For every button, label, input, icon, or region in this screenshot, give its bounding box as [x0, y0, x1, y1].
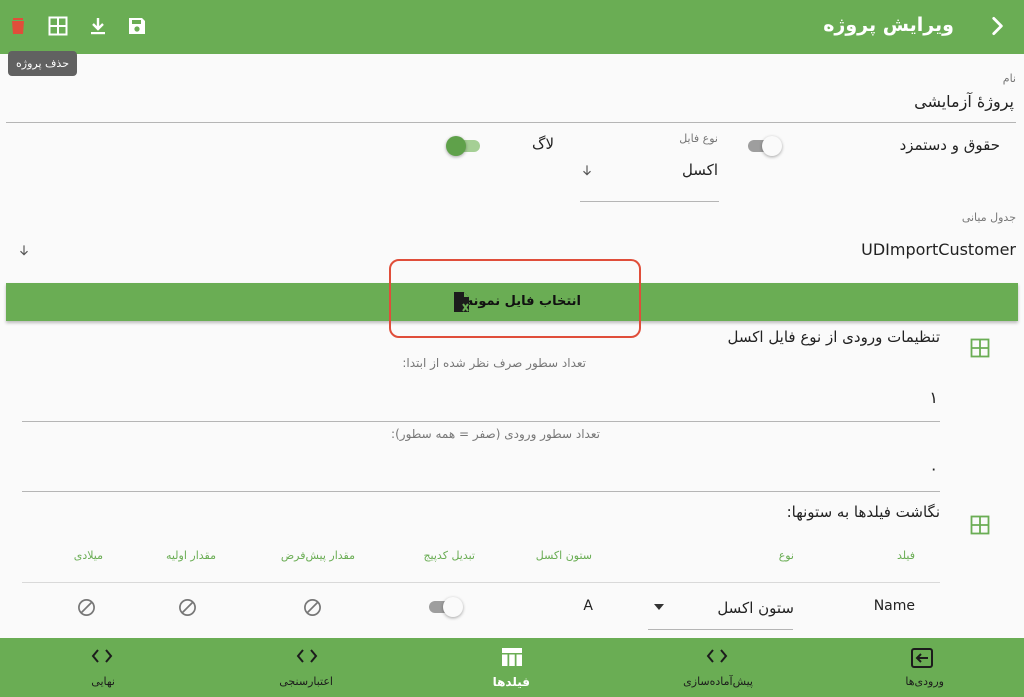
bottom-navigation: ورودی‌ها پیش‌آماده‌سازی فیلدها اعتبارسنج… [0, 638, 1024, 697]
arrow-down-icon[interactable] [17, 243, 31, 257]
skip-rows-input[interactable]: ۱ [929, 388, 938, 407]
column-header-initial-value: مقدار اولیه [165, 549, 216, 562]
code-icon [296, 649, 318, 663]
rights-toggle[interactable] [746, 135, 782, 156]
arrow-down-icon[interactable] [580, 163, 594, 177]
cell-field: Name [873, 598, 915, 614]
input-rows-underline [22, 491, 940, 492]
table-columns-icon [502, 648, 522, 666]
column-header-gregorian: میلادی [73, 549, 103, 562]
skip-rows-underline [22, 421, 940, 422]
highlight-box [389, 259, 641, 338]
input-rows-input[interactable]: ۰ [929, 459, 938, 478]
delete-tooltip: حذف پروژه [8, 51, 77, 76]
table-icon[interactable] [970, 338, 990, 358]
file-type-underline [580, 201, 719, 202]
nav-label-inputs: ورودی‌ها [905, 675, 944, 688]
input-icon [911, 648, 933, 668]
skip-rows-label: تعداد سطور صرف نظر شده از ابتدا: [402, 356, 586, 370]
code-icon [706, 649, 728, 663]
code-icon [91, 649, 113, 663]
column-header-field: فیلد [897, 549, 915, 562]
table-icon[interactable] [46, 14, 70, 38]
ban-icon[interactable] [77, 598, 96, 617]
nav-item-final[interactable]: نهایی [40, 638, 164, 697]
ban-icon[interactable] [178, 598, 197, 617]
codepage-toggle[interactable] [427, 596, 463, 617]
file-type-select[interactable]: اکسل [682, 161, 718, 179]
table-row: Name ستون اکسل A [22, 583, 940, 633]
nav-item-fields[interactable]: فیلدها [450, 638, 574, 697]
mapping-title: نگاشت فیلدها به ستونها: [786, 503, 940, 521]
save-icon[interactable] [125, 14, 149, 38]
type-select[interactable]: ستون اکسل [717, 599, 794, 617]
dropdown-caret-icon[interactable] [652, 602, 666, 612]
nav-label-final: نهایی [91, 675, 115, 688]
column-header-excel-column: ستون اکسل [535, 549, 592, 562]
nav-item-validation[interactable]: اعتبارسنجی [245, 638, 369, 697]
column-header-default-value: مقدار پیش‌فرض [280, 549, 355, 562]
nav-label-validation: اعتبارسنجی [279, 675, 333, 688]
ban-icon[interactable] [303, 598, 322, 617]
nav-label-preprocess: پیش‌آماده‌سازی [683, 675, 753, 688]
log-label: لاگ [532, 135, 554, 153]
name-label: نام [1002, 72, 1016, 85]
nav-item-inputs[interactable]: ورودی‌ها [860, 638, 984, 697]
type-select-underline [648, 629, 793, 630]
input-rows-label: تعداد سطور ورودی (صفر = همه سطور): [391, 427, 600, 441]
column-header-type: نوع [778, 549, 794, 562]
name-input[interactable]: پروژهٔ آزمایشی [914, 92, 1014, 111]
nav-label-fields: فیلدها [492, 675, 530, 689]
delete-icon[interactable] [6, 14, 30, 38]
middle-table-label: جدول میانی [961, 211, 1016, 224]
name-underline [6, 122, 1016, 123]
chevron-right-icon[interactable] [984, 13, 1010, 39]
column-header-convert-codepage: تبدیل کدپیج [423, 549, 475, 562]
excel-settings-title: تنظیمات ورودی از نوع فایل اکسل [727, 328, 941, 346]
rights-label: حقوق و دستمزد [899, 136, 1000, 154]
download-icon[interactable] [86, 14, 110, 38]
log-toggle[interactable] [446, 135, 482, 156]
app-header: ویرایش پروژه [0, 0, 1024, 54]
table-icon[interactable] [970, 515, 990, 535]
file-type-label: نوع فایل [679, 132, 718, 145]
page-title: ویرایش پروژه [823, 14, 954, 36]
nav-item-preprocess[interactable]: پیش‌آماده‌سازی [655, 638, 779, 697]
middle-table-select[interactable]: UDImportCustomer [861, 240, 1016, 259]
cell-excel-column[interactable]: A [583, 598, 593, 614]
